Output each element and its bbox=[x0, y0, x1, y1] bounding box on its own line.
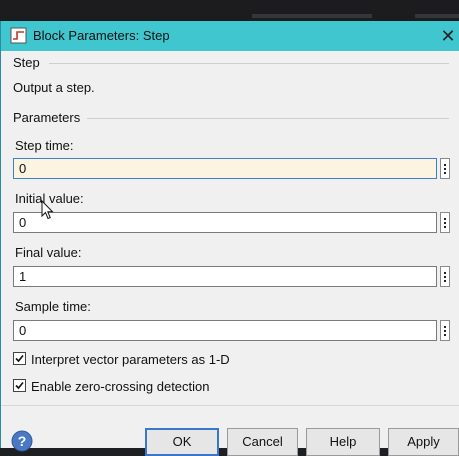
divider bbox=[87, 118, 449, 119]
title-bar[interactable]: Block Parameters: Step ✕ bbox=[1, 21, 459, 51]
final-value-input[interactable] bbox=[13, 266, 437, 287]
initial-value-more-button[interactable] bbox=[440, 212, 450, 233]
parameters-group-label: Parameters bbox=[13, 110, 81, 125]
mouse-pointer-icon bbox=[41, 200, 54, 220]
apply-button[interactable]: Apply bbox=[388, 428, 459, 456]
interpret-vector-checkbox[interactable] bbox=[13, 352, 26, 365]
simulink-block-icon bbox=[10, 27, 27, 44]
background-tab bbox=[415, 14, 459, 18]
divider bbox=[49, 63, 449, 64]
ok-button[interactable]: OK bbox=[145, 428, 219, 456]
svg-text:?: ? bbox=[18, 433, 27, 449]
help-button[interactable]: Help bbox=[306, 428, 380, 456]
block-description: Output a step. bbox=[13, 80, 95, 95]
cancel-button[interactable]: Cancel bbox=[227, 428, 298, 456]
block-name: Step bbox=[13, 55, 40, 70]
checkmark-icon bbox=[15, 381, 24, 390]
checkmark-icon bbox=[15, 354, 24, 363]
sample-time-label: Sample time: bbox=[15, 299, 91, 314]
footer-divider bbox=[1, 405, 459, 406]
zero-crossing-label: Enable zero-crossing detection bbox=[31, 379, 210, 394]
interpret-vector-label: Interpret vector parameters as 1-D bbox=[31, 352, 230, 367]
step-time-label: Step time: bbox=[15, 138, 74, 153]
window-title: Block Parameters: Step bbox=[33, 28, 170, 43]
step-time-more-button[interactable] bbox=[440, 158, 450, 179]
zero-crossing-checkbox[interactable] bbox=[13, 379, 26, 392]
close-icon[interactable]: ✕ bbox=[437, 25, 459, 47]
final-value-more-button[interactable] bbox=[440, 266, 450, 287]
sample-time-input[interactable] bbox=[13, 320, 437, 341]
sample-time-more-button[interactable] bbox=[440, 320, 450, 341]
help-question-icon[interactable]: ? bbox=[11, 430, 33, 452]
initial-value-input[interactable] bbox=[13, 212, 437, 233]
final-value-label: Final value: bbox=[15, 245, 82, 260]
block-parameters-dialog: Block Parameters: Step ✕ Step Output a s… bbox=[0, 21, 459, 456]
background-window-strip bbox=[0, 0, 459, 21]
background-tab bbox=[252, 14, 372, 18]
step-time-input[interactable] bbox=[13, 158, 437, 179]
